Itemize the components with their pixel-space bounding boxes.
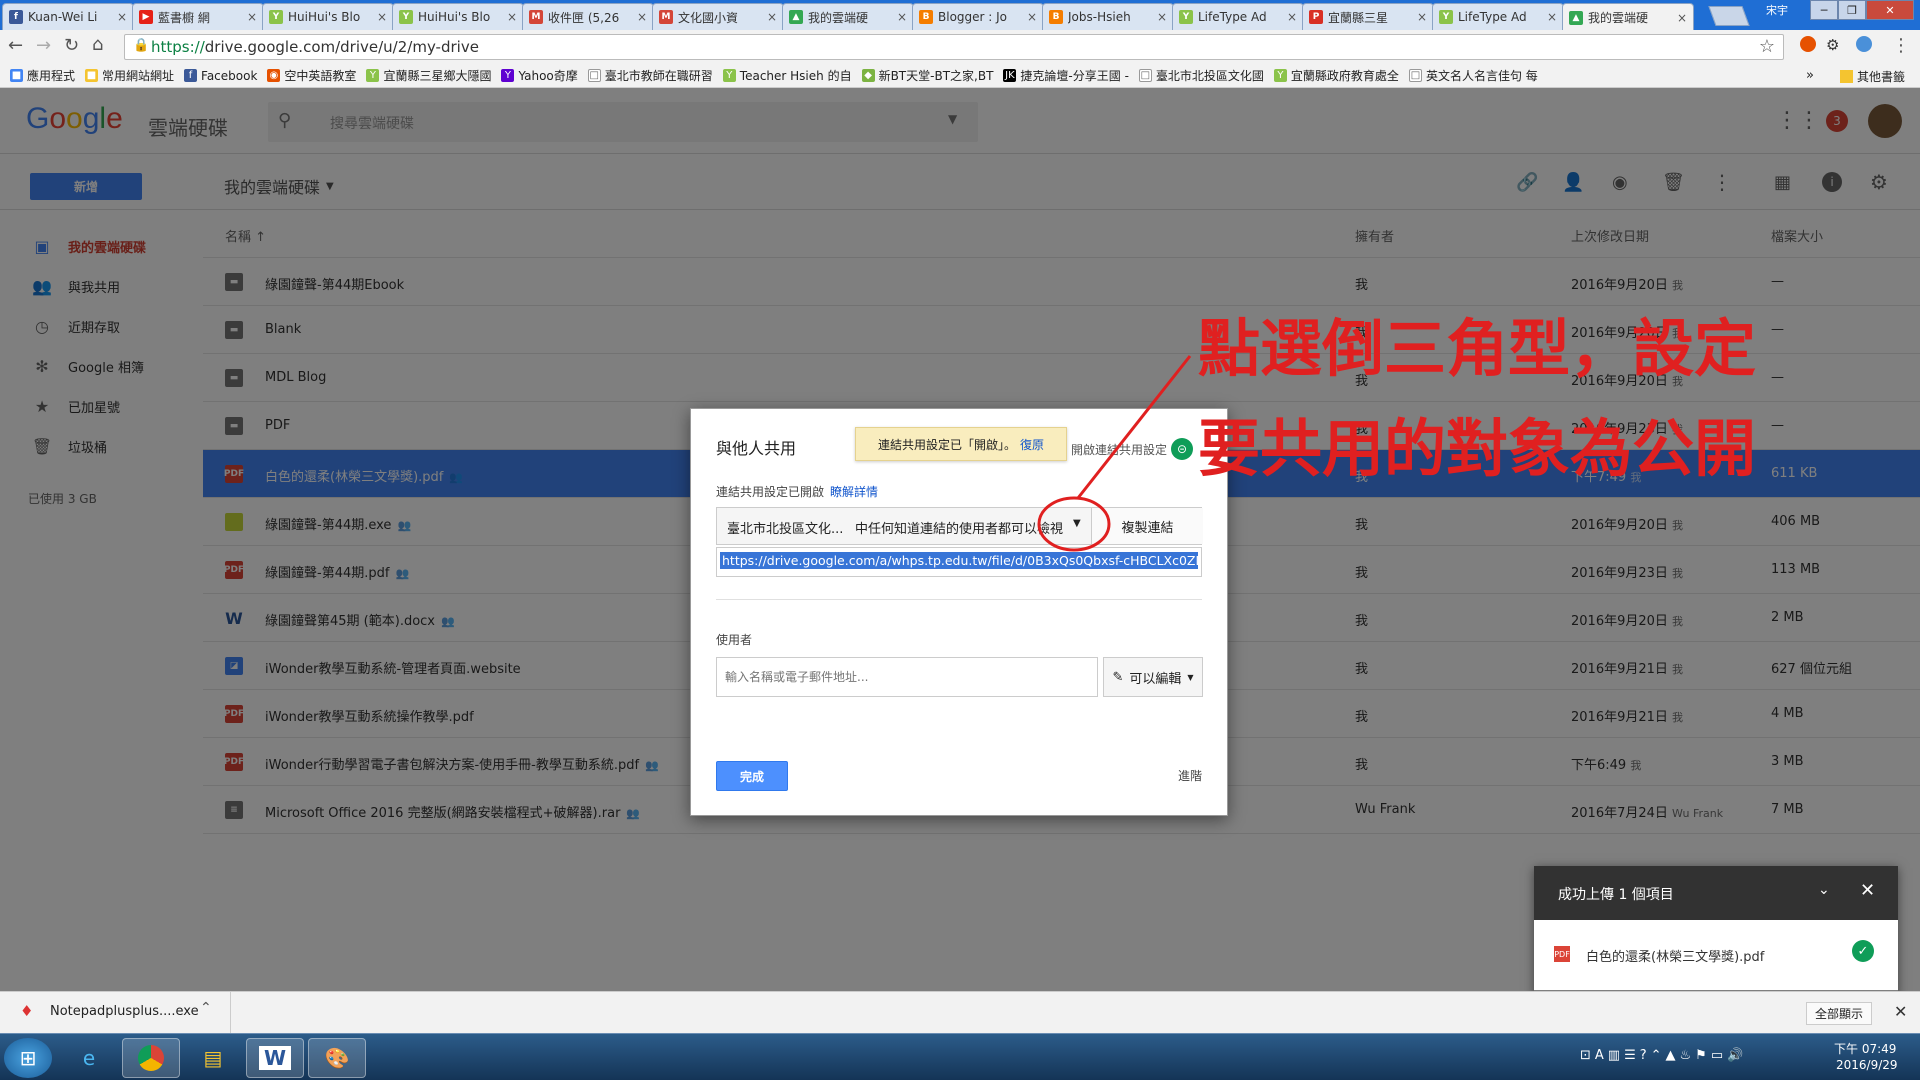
chevron-up-icon[interactable]: ⌃	[200, 1000, 212, 1016]
upload-panel: 成功上傳 1 個項目 ⌄ ✕ PDF 白色的還柔(林榮三文學獎).pdf ✓	[1534, 866, 1898, 996]
upload-title: 成功上傳 1 個項目	[1558, 887, 1674, 903]
chrome-icon[interactable]	[122, 1038, 180, 1078]
system-tray-icons[interactable]: ⊡A▥☰?⌃▲♨⚑▭🔊	[1580, 1048, 1747, 1063]
download-file-name[interactable]: Notepadplusplus....exe	[50, 1004, 199, 1019]
divider	[230, 992, 231, 1034]
exe-file-icon: ♦	[20, 1002, 34, 1020]
downloads-bar: ♦ Notepadplusplus....exe ⌃ 全部顯示 ✕	[0, 991, 1920, 1034]
annotation-arrow-line	[1076, 355, 1192, 499]
upload-panel-header: 成功上傳 1 個項目 ⌄ ✕	[1534, 866, 1898, 920]
pdf-icon: PDF	[1554, 946, 1570, 962]
clock-date[interactable]: 2016/9/29	[1836, 1058, 1898, 1072]
upload-file-name[interactable]: 白色的還柔(林榮三文學獎).pdf	[1586, 946, 1764, 965]
annotation-text-line1: 點選倒三角型，設定	[1198, 312, 1757, 385]
collapse-icon[interactable]: ⌄	[1818, 882, 1830, 898]
clock-time[interactable]: 下午 07:49	[1834, 1040, 1896, 1057]
show-all-downloads-button[interactable]: 全部顯示	[1806, 1002, 1873, 1025]
file-explorer-icon[interactable]: ▤	[184, 1038, 242, 1078]
close-icon[interactable]: ✕	[1894, 1002, 1907, 1021]
upload-list: PDF 白色的還柔(林榮三文學獎).pdf ✓	[1534, 920, 1898, 990]
word-icon[interactable]: W	[246, 1038, 304, 1078]
start-button[interactable]: ⊞	[4, 1038, 52, 1078]
check-icon: ✓	[1852, 940, 1874, 962]
windows-taskbar: ⊞ e ▤ W 🎨 ⊡A▥☰?⌃▲♨⚑▭🔊 下午 07:49 2016/9/29	[0, 1033, 1920, 1080]
paint-icon[interactable]: 🎨	[308, 1038, 366, 1078]
annotation-circle	[1037, 496, 1111, 552]
internet-explorer-icon[interactable]: e	[60, 1038, 118, 1078]
close-icon[interactable]: ✕	[1860, 880, 1875, 901]
annotation-text-line2: 要共用的對象為公開	[1198, 412, 1757, 485]
